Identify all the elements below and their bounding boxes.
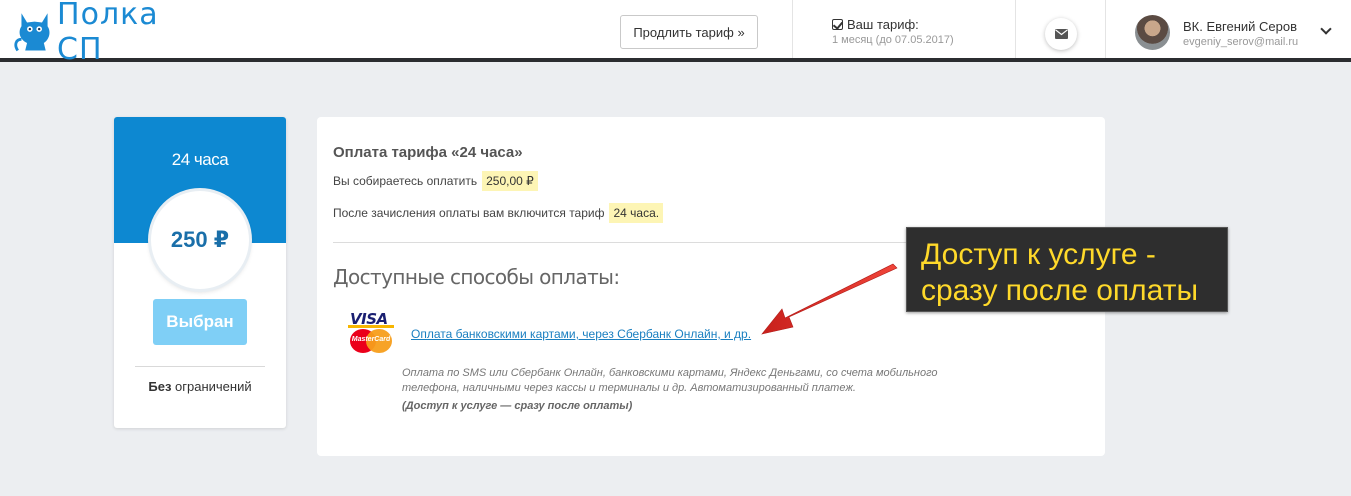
plan-limit: Без ограничений bbox=[148, 379, 252, 394]
envelope-icon bbox=[1054, 29, 1068, 39]
selected-button[interactable]: Выбран bbox=[153, 299, 247, 345]
messages-button[interactable] bbox=[1045, 18, 1077, 50]
logo[interactable]: Полка СП bbox=[14, 0, 204, 67]
tariff-activation-line: После зачисления оплаты вам включится та… bbox=[333, 203, 664, 223]
tariff-label: Ваш тариф: bbox=[847, 17, 919, 32]
payment-title: Оплата тарифа «24 часа» bbox=[333, 144, 523, 161]
payment-description: Оплата по SMS или Сбербанк Онлайн, банко… bbox=[402, 367, 938, 394]
annotation-callout: Доступ к услуге - сразу после оплаты bbox=[906, 227, 1228, 312]
bank-card-payment-link[interactable]: Оплата банковскими картами, через Сберба… bbox=[411, 327, 751, 341]
user-email: evgeniy_serov@mail.ru bbox=[1183, 36, 1299, 48]
current-tariff: Ваш тариф: 1 месяц (до 07.05.2017) bbox=[832, 17, 954, 46]
payment-note: (Доступ к услуге — сразу после оплаты) bbox=[402, 400, 633, 412]
top-header: Полка СП Продлить тариф » Ваш тариф: 1 м… bbox=[0, 0, 1351, 67]
payment-amount-line: Вы собираетесь оплатить 250,00 ₽ bbox=[333, 171, 538, 191]
mastercard-logo-text: MasterCard bbox=[351, 336, 391, 343]
user-name[interactable]: ВК. Евгений Серов bbox=[1183, 19, 1297, 34]
header-divider bbox=[1015, 0, 1016, 58]
header-divider bbox=[1105, 0, 1106, 58]
tariff-period: 1 месяц (до 07.05.2017) bbox=[832, 34, 954, 46]
extend-tariff-button[interactable]: Продлить тариф » bbox=[620, 15, 758, 49]
plan-price-circle: 250 ₽ bbox=[151, 191, 249, 289]
header-divider bbox=[792, 0, 793, 58]
plan-card: 24 часа 250 ₽ Выбран Без ограничений bbox=[114, 117, 286, 428]
chevron-down-icon[interactable] bbox=[1320, 23, 1332, 35]
avatar[interactable] bbox=[1135, 15, 1170, 50]
cat-logo-icon bbox=[14, 13, 50, 52]
plan-price: 250 ₽ bbox=[170, 227, 230, 252]
payment-amount: 250,00 ₽ bbox=[482, 171, 538, 191]
checkbox-icon bbox=[832, 19, 843, 30]
plan-name: 24 часа bbox=[171, 150, 229, 169]
visa-mastercard-icon: VISA MasterCard bbox=[348, 310, 396, 358]
logo-text: Полка СП bbox=[57, 0, 159, 67]
divider bbox=[135, 366, 265, 367]
tariff-value: 24 часа. bbox=[609, 203, 664, 223]
mastercard-logo: MasterCard bbox=[348, 329, 394, 353]
callout-line-2: сразу после оплаты bbox=[921, 274, 1199, 307]
callout-line-1: Доступ к услуге - bbox=[921, 238, 1156, 271]
payment-methods-title: Доступные способы оплаты: bbox=[333, 265, 620, 289]
